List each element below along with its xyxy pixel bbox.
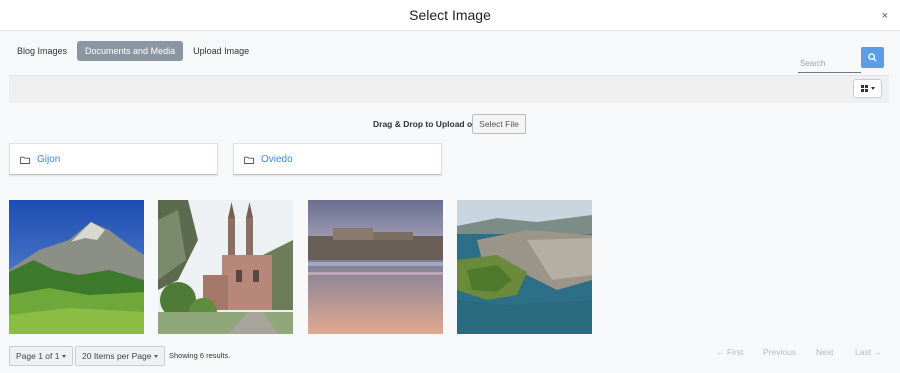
page-select-button[interactable]: Page 1 of 1	[9, 346, 74, 366]
next-page-link[interactable]: Next	[816, 347, 833, 357]
image-thumbnail-mountain[interactable]	[9, 200, 144, 334]
chevron-down-icon	[62, 354, 67, 358]
image-thumbnail-beach[interactable]	[308, 200, 443, 334]
select-file-button[interactable]: Select File	[472, 114, 526, 134]
chevron-down-icon	[154, 354, 159, 358]
folder-name[interactable]: Oviedo	[261, 154, 293, 165]
dialog-header: Select Image ×	[0, 0, 900, 31]
dialog-title: Select Image	[409, 7, 491, 23]
tab-upload-image[interactable]: Upload Image	[185, 41, 257, 61]
search-icon	[868, 53, 877, 62]
results-text: Showing 6 results.	[169, 351, 231, 360]
previous-page-link[interactable]: Previous	[763, 347, 796, 357]
chevron-down-icon	[870, 87, 875, 90]
folder-card-gijon[interactable]: Gijon	[9, 143, 218, 175]
folder-icon	[244, 156, 254, 164]
source-tabs: Blog Images Documents and Media Upload I…	[9, 41, 259, 61]
drag-drop-text: Drag & Drop to Upload or	[373, 119, 476, 129]
folder-icon	[20, 156, 30, 164]
search-button[interactable]	[861, 47, 884, 68]
search-input[interactable]	[798, 55, 861, 73]
folder-name[interactable]: Gijon	[37, 154, 60, 165]
last-page-link[interactable]: Last →	[855, 347, 882, 357]
display-style-button[interactable]	[853, 79, 882, 98]
tab-documents-and-media[interactable]: Documents and Media	[77, 41, 184, 61]
close-button[interactable]: ×	[882, 10, 888, 22]
items-per-page-button[interactable]: 20 Items per Page	[75, 346, 166, 366]
grid-icon	[860, 85, 868, 92]
page-label: Page 1 of 1	[16, 351, 60, 361]
first-page-link[interactable]: ← First	[716, 347, 743, 357]
image-thumbnail-city[interactable]	[457, 200, 592, 334]
management-toolbar	[9, 75, 889, 103]
items-per-page-label: 20 Items per Page	[82, 351, 152, 361]
image-thumbnail-basilica[interactable]	[158, 200, 293, 334]
tab-blog-images[interactable]: Blog Images	[9, 41, 75, 61]
folder-card-oviedo[interactable]: Oviedo	[233, 143, 442, 175]
